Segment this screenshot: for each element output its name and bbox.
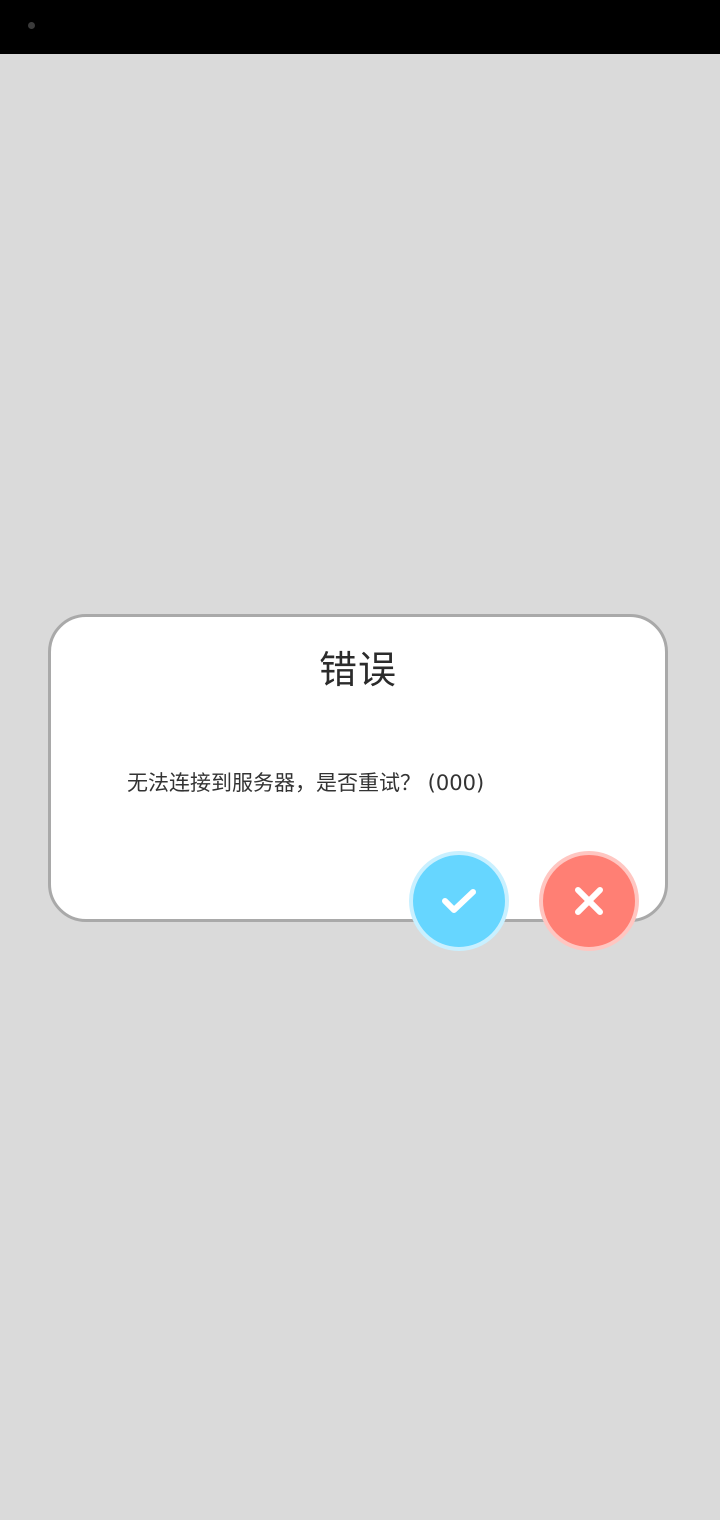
close-icon — [575, 887, 603, 915]
confirm-retry-button[interactable] — [409, 851, 509, 951]
dialog-message: 无法连接到服务器，是否重试？ (000) — [127, 771, 485, 795]
cancel-button[interactable] — [539, 851, 639, 951]
dialog-title: 错误 — [318, 648, 397, 692]
camera-dot — [28, 22, 35, 29]
check-icon — [442, 889, 476, 913]
status-bar — [0, 0, 720, 54]
